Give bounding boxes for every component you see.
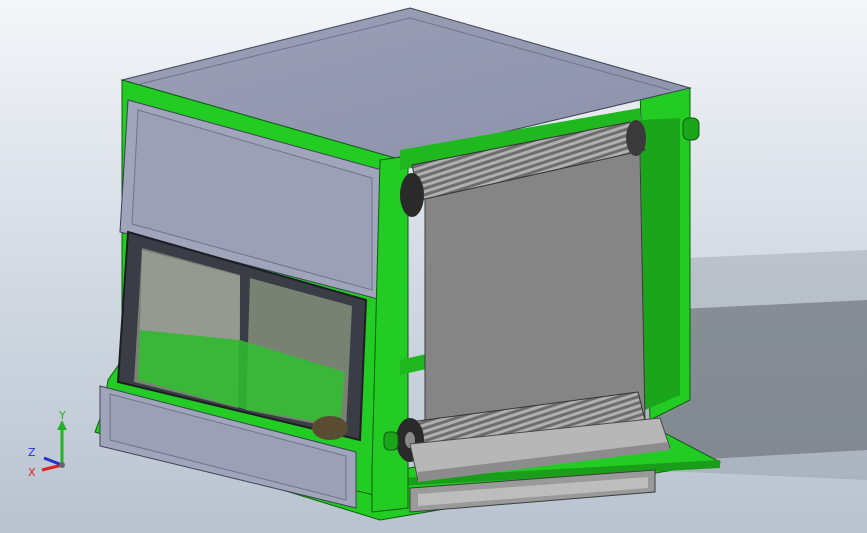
triad-z-label: Z [28,446,36,459]
right-frame-bolt[interactable] [682,117,700,141]
triad-origin [59,462,65,468]
graphics-viewport[interactable]: Y Z X [0,0,867,533]
right-frame-inner [640,118,680,410]
cad-model-enclosure[interactable] [0,0,867,533]
triad-y-label: Y [58,410,66,422]
top-roller-end[interactable] [400,173,424,217]
triad-x-label: X [28,466,36,479]
triad-x-axis [41,463,63,472]
orientation-triad[interactable]: Y Z X [22,410,82,480]
bottom-roller-bolt[interactable] [383,431,399,451]
interior-part [312,416,348,440]
top-roller-end-right [626,120,646,156]
